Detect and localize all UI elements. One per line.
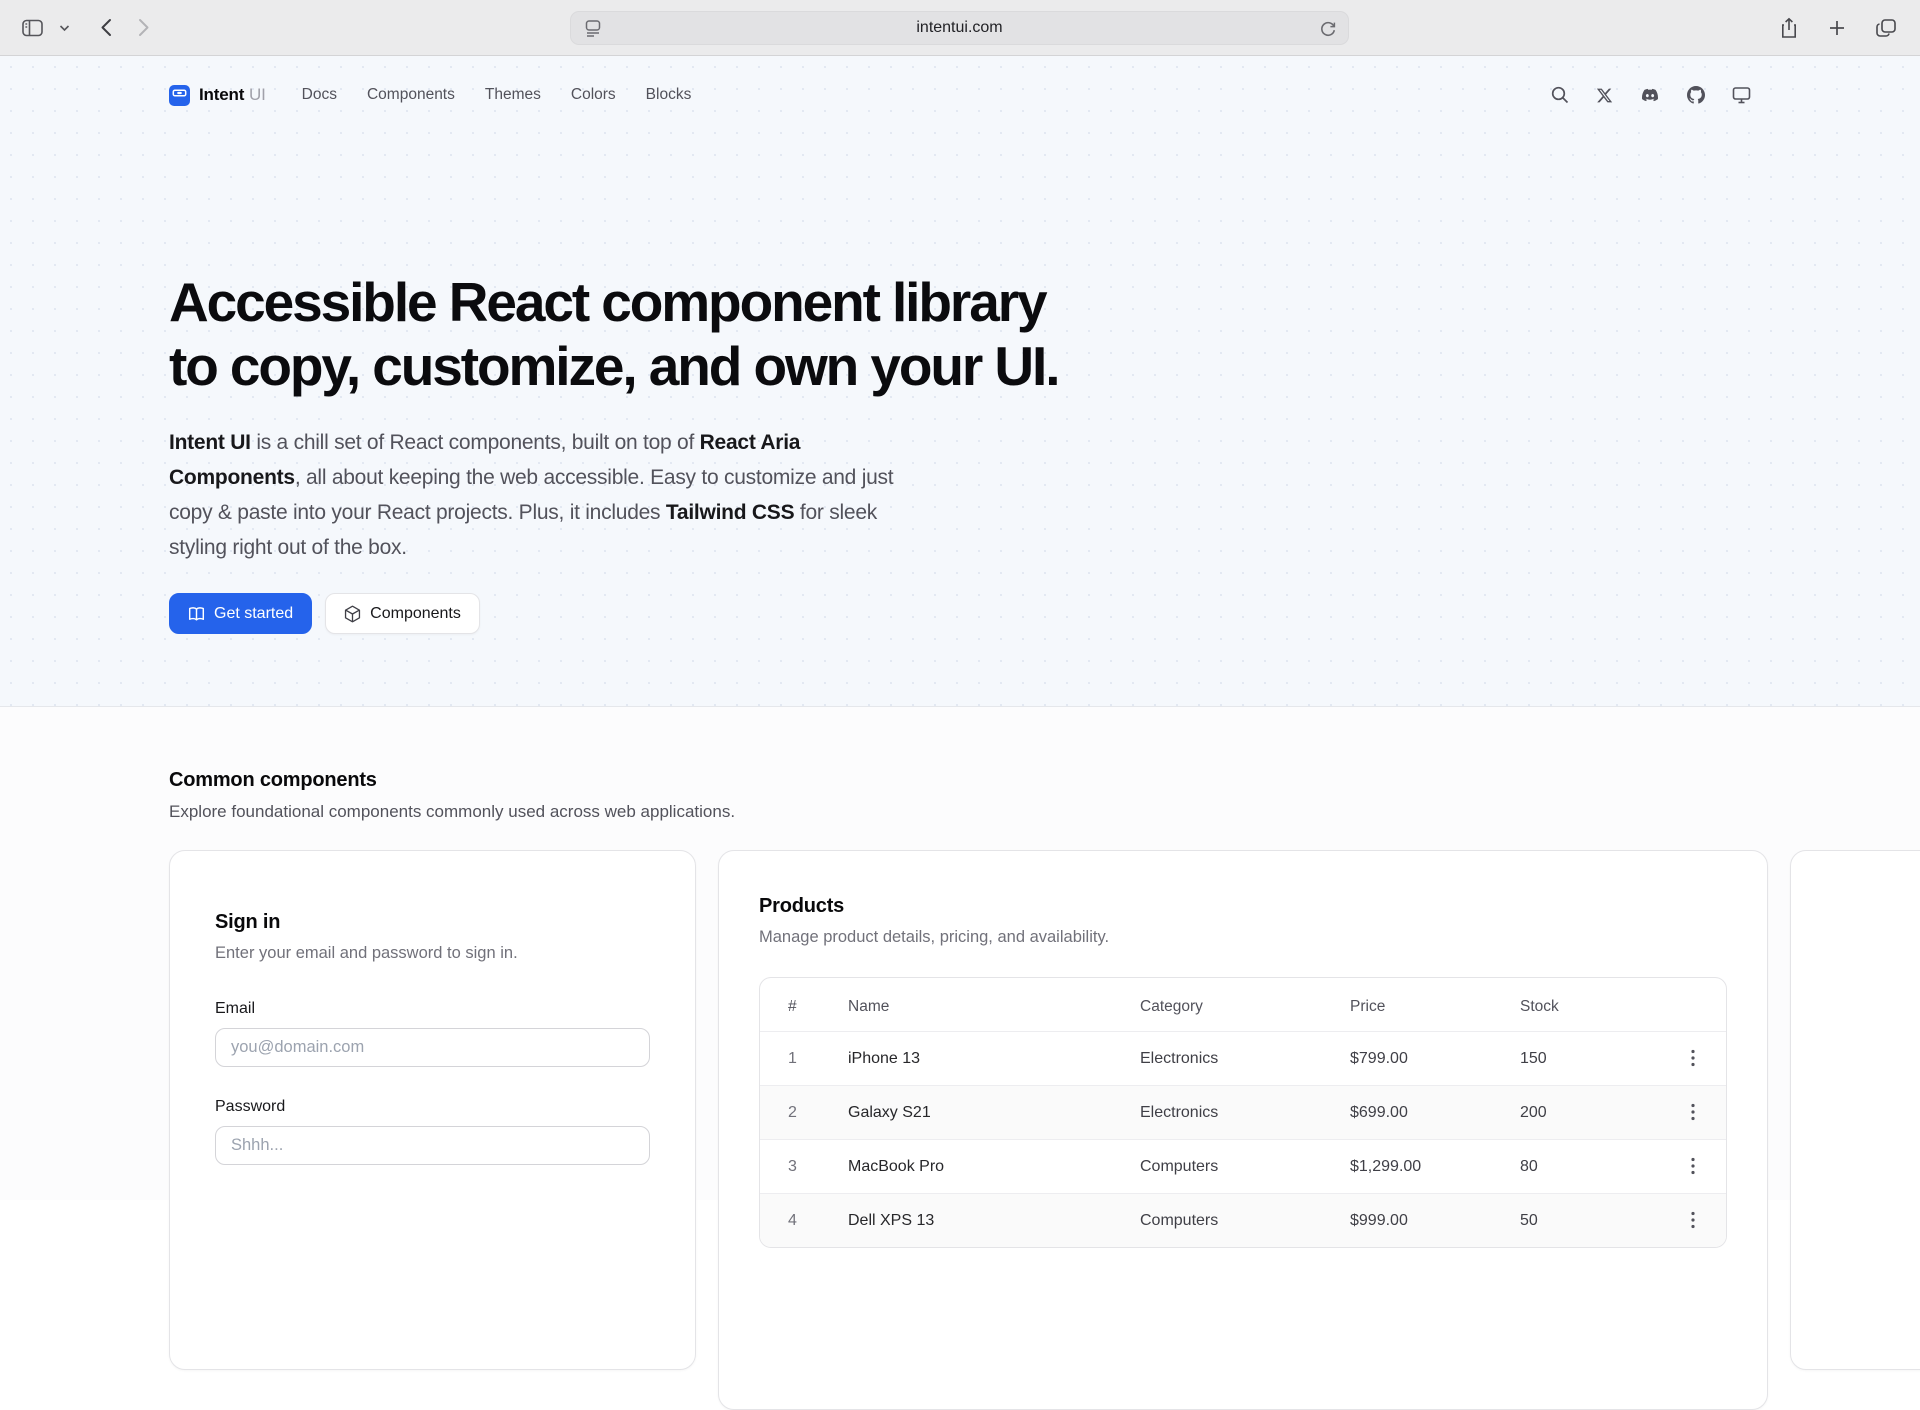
reload-icon[interactable] xyxy=(1319,19,1337,43)
url-text: intentui.com xyxy=(916,19,1002,37)
signin-card: Sign in Enter your email and password to… xyxy=(169,850,696,1370)
discord-icon[interactable] xyxy=(1640,87,1660,103)
sidebar-icon[interactable] xyxy=(22,19,43,37)
table-row[interactable]: 2 Galaxy S21 Electronics $699.00 200 xyxy=(760,1086,1726,1140)
nav-link-docs[interactable]: Docs xyxy=(302,86,337,104)
nav-links: Docs Components Themes Colors Blocks xyxy=(302,86,692,104)
password-field[interactable] xyxy=(215,1126,650,1165)
site-navbar: Intent UI Docs Components Themes Colors … xyxy=(169,76,1751,114)
row-menu-kebab-icon[interactable] xyxy=(1685,1153,1701,1179)
components-button[interactable]: Components xyxy=(325,593,480,634)
partial-card xyxy=(1790,850,1920,1370)
section-title: Common components xyxy=(169,769,1751,792)
page-title: Accessible React component library to co… xyxy=(169,270,1751,398)
search-icon[interactable] xyxy=(1551,86,1569,104)
products-table: # Name Category Price Stock 1 i xyxy=(759,977,1727,1248)
logo-icon xyxy=(169,85,190,106)
forward-icon[interactable] xyxy=(138,18,150,37)
brand[interactable]: Intent UI xyxy=(169,85,266,106)
column-header-number: # xyxy=(760,978,848,1032)
signin-subtitle: Enter your email and password to sign in… xyxy=(215,944,650,963)
brand-name: Intent xyxy=(199,85,244,104)
get-started-button[interactable]: Get started xyxy=(169,593,312,634)
column-header-actions xyxy=(1660,978,1726,1032)
address-bar[interactable]: intentui.com xyxy=(570,11,1349,45)
reader-icon[interactable] xyxy=(584,19,602,43)
chevron-down-icon[interactable] xyxy=(59,24,70,32)
theme-monitor-icon[interactable] xyxy=(1732,86,1751,104)
table-row[interactable]: 4 Dell XPS 13 Computers $999.00 50 xyxy=(760,1194,1726,1248)
browser-toolbar: intentui.com xyxy=(0,0,1920,56)
github-icon[interactable] xyxy=(1687,86,1705,104)
products-subtitle: Manage product details, pricing, and ava… xyxy=(759,928,1727,947)
webpage: Intent UI Docs Components Themes Colors … xyxy=(0,56,1920,1200)
nav-link-themes[interactable]: Themes xyxy=(485,86,541,104)
new-tab-icon[interactable] xyxy=(1828,19,1846,37)
hero-section: Intent UI Docs Components Themes Colors … xyxy=(0,56,1920,706)
cube-icon xyxy=(344,605,361,623)
hero-description: Intent UI is a chill set of React compon… xyxy=(169,425,917,565)
nav-link-colors[interactable]: Colors xyxy=(571,86,616,104)
signin-title: Sign in xyxy=(215,911,650,934)
column-header-stock: Stock xyxy=(1520,978,1660,1032)
table-row[interactable]: 1 iPhone 13 Electronics $799.00 150 xyxy=(760,1032,1726,1086)
table-row[interactable]: 3 MacBook Pro Computers $1,299.00 80 xyxy=(760,1140,1726,1194)
hero: Accessible React component library to co… xyxy=(169,114,1751,634)
nav-link-blocks[interactable]: Blocks xyxy=(646,86,692,104)
row-menu-kebab-icon[interactable] xyxy=(1685,1207,1701,1233)
products-title: Products xyxy=(759,895,1727,918)
tabs-icon[interactable] xyxy=(1876,19,1896,37)
row-menu-kebab-icon[interactable] xyxy=(1685,1045,1701,1071)
column-header-price: Price xyxy=(1350,978,1520,1032)
email-label: Email xyxy=(215,1000,650,1018)
nav-link-components[interactable]: Components xyxy=(367,86,455,104)
x-icon[interactable] xyxy=(1596,87,1613,104)
password-label: Password xyxy=(215,1098,650,1116)
table-header-row: # Name Category Price Stock xyxy=(760,978,1726,1032)
book-icon xyxy=(188,606,205,622)
email-field[interactable] xyxy=(215,1028,650,1067)
components-section: Common components Explore foundational c… xyxy=(0,707,1920,1410)
share-icon[interactable] xyxy=(1780,17,1798,39)
column-header-name: Name xyxy=(848,978,1140,1032)
back-icon[interactable] xyxy=(100,18,112,37)
column-header-category: Category xyxy=(1140,978,1350,1032)
section-subtitle: Explore foundational components commonly… xyxy=(169,802,1751,822)
products-card: Products Manage product details, pricing… xyxy=(718,850,1768,1410)
row-menu-kebab-icon[interactable] xyxy=(1685,1099,1701,1125)
brand-suffix: UI xyxy=(249,85,266,104)
cards-row: Sign in Enter your email and password to… xyxy=(0,850,1920,1410)
